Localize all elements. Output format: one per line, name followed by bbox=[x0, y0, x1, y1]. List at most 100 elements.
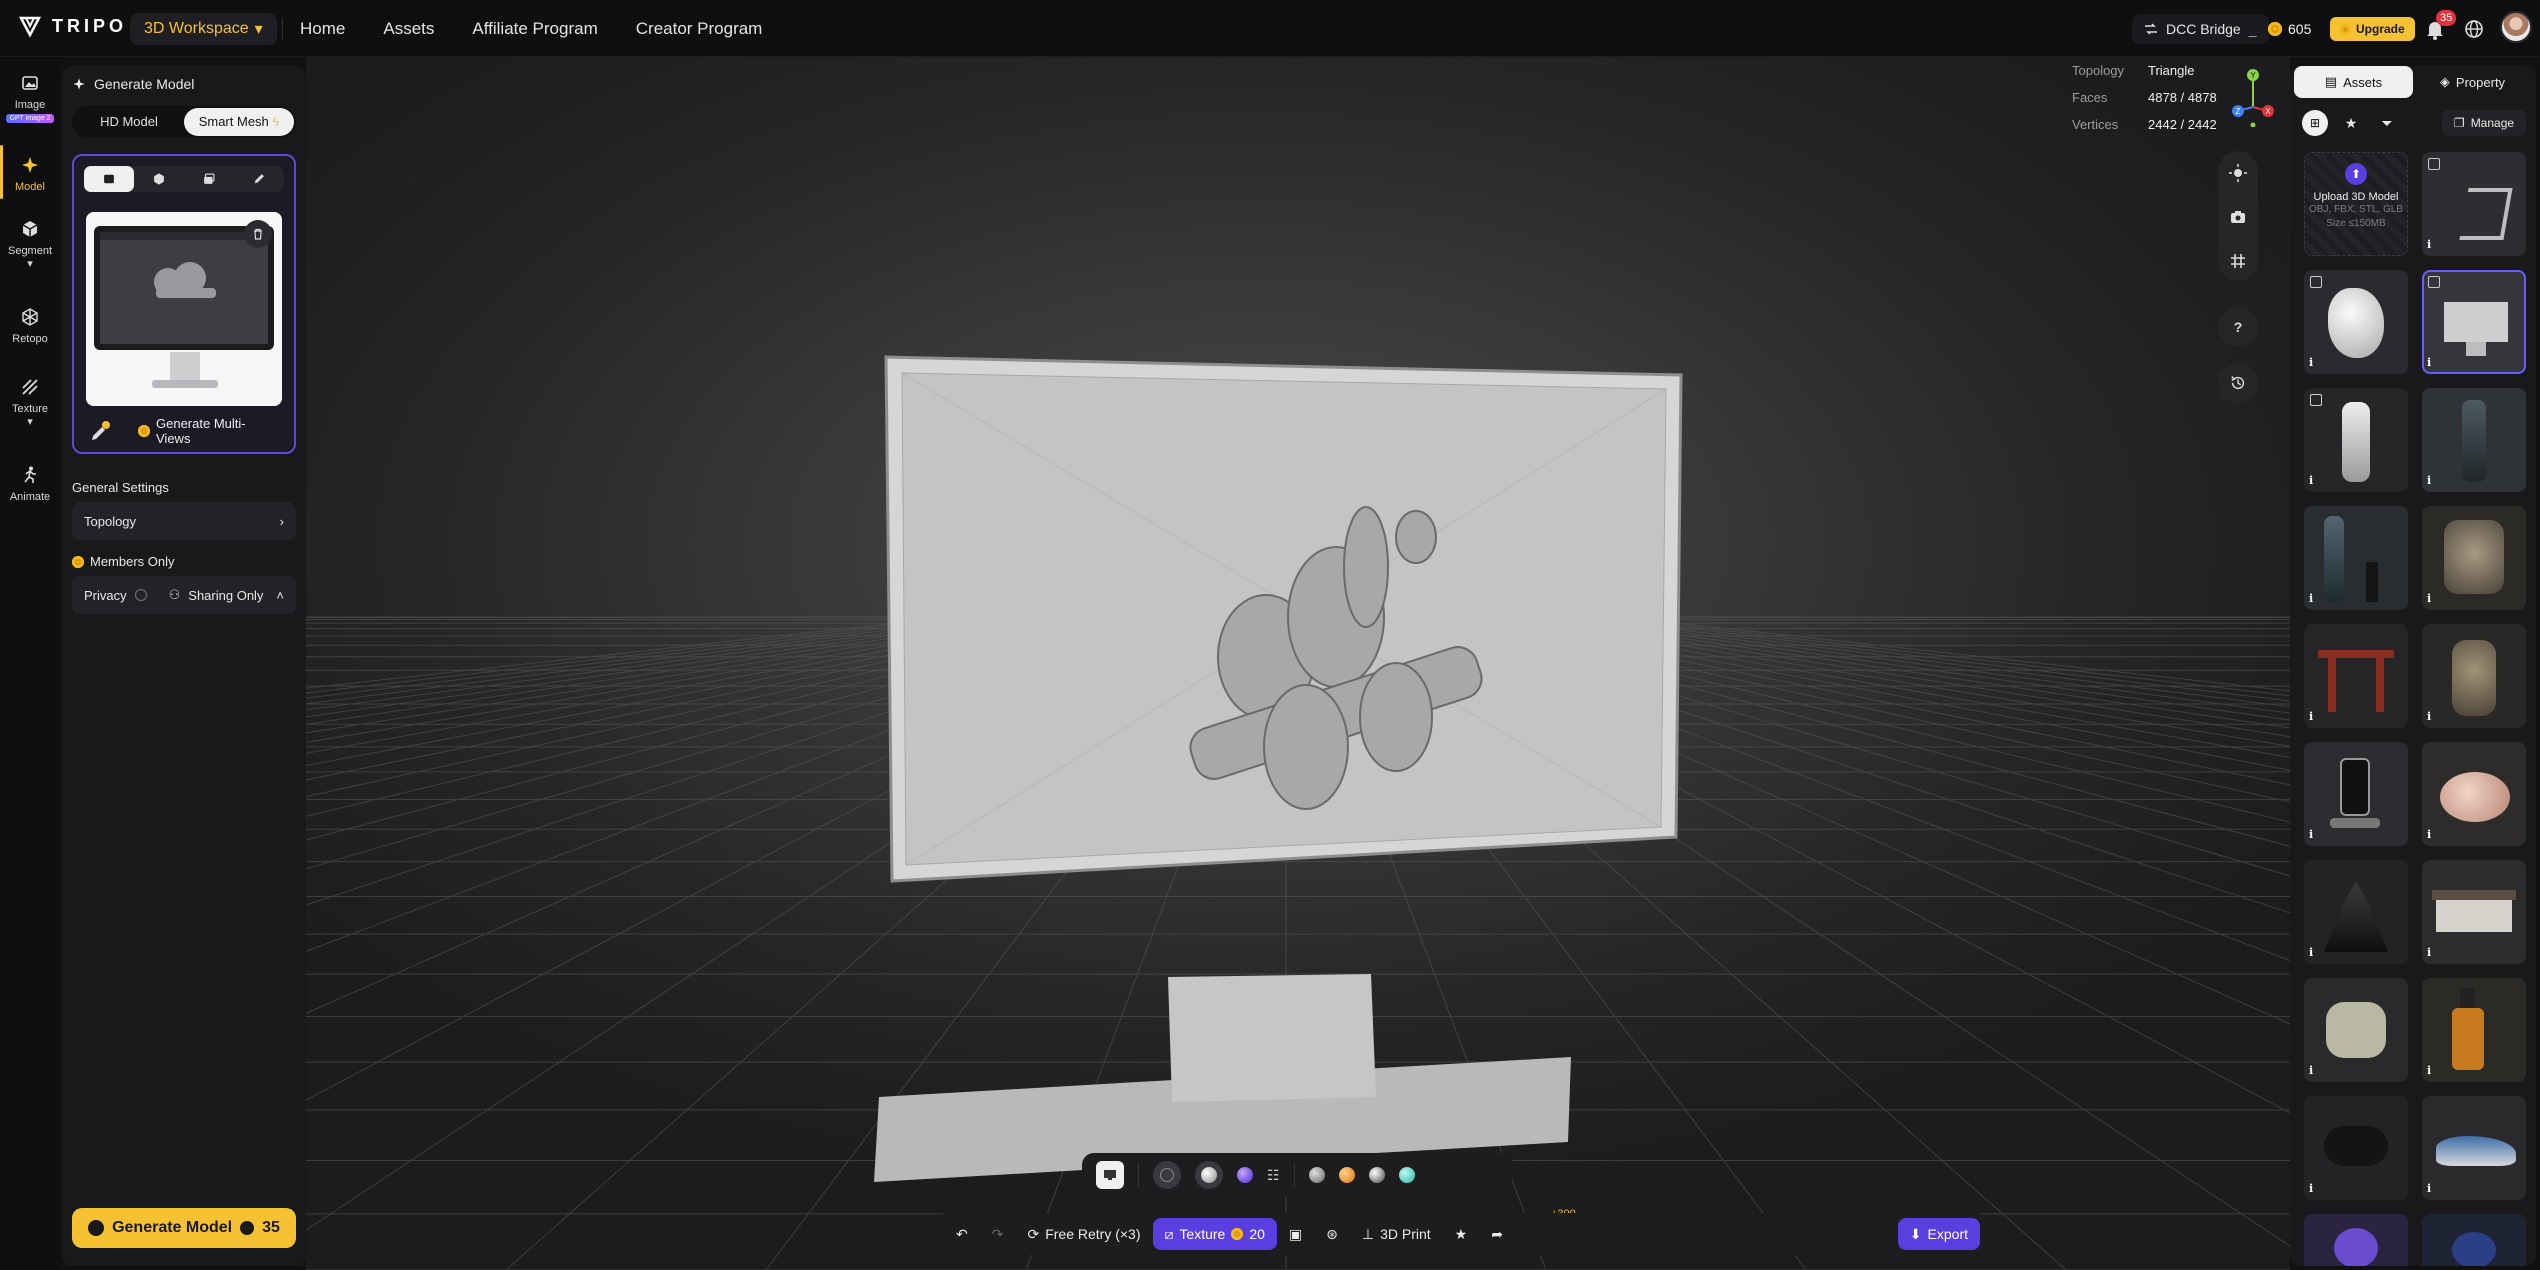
history-button[interactable] bbox=[2218, 363, 2258, 403]
manage-button[interactable]: ❐ Manage bbox=[2442, 110, 2526, 136]
asset-thumb-monitor[interactable]: i bbox=[2422, 270, 2526, 374]
logo[interactable]: TRIPO bbox=[18, 14, 127, 38]
asset-thumb-creature[interactable]: i bbox=[2422, 742, 2526, 846]
privacy-row[interactable]: Privacy ⚇ Sharing Only ˄ bbox=[72, 576, 296, 614]
snapshot-button[interactable] bbox=[1096, 1161, 1124, 1189]
orange-matcap-icon[interactable] bbox=[1338, 1167, 1355, 1183]
tab-property[interactable]: ◈ Property bbox=[2413, 66, 2532, 98]
upload-3d-model-tile[interactable]: ⬆ Upload 3D Model OBJ, FBX, STL, GLB Siz… bbox=[2304, 152, 2408, 256]
info-icon: i bbox=[2427, 710, 2432, 723]
export-label: Export bbox=[1927, 1226, 1968, 1242]
members-only-row: Members Only bbox=[72, 554, 175, 569]
asset-thumb-phone-dock[interactable]: i bbox=[2304, 742, 2408, 846]
clay-mode-button[interactable] bbox=[1195, 1161, 1223, 1189]
grey-matcap-icon[interactable] bbox=[1308, 1167, 1325, 1183]
image-input-card: Generate Multi-Views bbox=[72, 154, 296, 454]
tab-multi-view[interactable] bbox=[134, 166, 184, 192]
asset-thumb-sneaker[interactable]: i bbox=[2422, 1096, 2526, 1200]
camera-icon[interactable] bbox=[2228, 207, 2248, 227]
upgrade-button[interactable]: Upgrade bbox=[2330, 17, 2415, 41]
divider bbox=[282, 18, 283, 40]
filter-all-button[interactable]: ⊞ bbox=[2302, 110, 2328, 136]
tab-batch-images[interactable] bbox=[184, 166, 234, 192]
brush-icon bbox=[22, 379, 38, 395]
generate-model-button[interactable]: Generate Model 35 bbox=[72, 1208, 296, 1248]
asset-thumb-house[interactable]: i bbox=[2422, 860, 2526, 964]
rail-segment[interactable]: Segment ▾ bbox=[0, 219, 60, 270]
workspace-dropdown[interactable]: 3D Workspace ▾ bbox=[130, 13, 277, 45]
wireframe-mode-button[interactable] bbox=[1153, 1161, 1181, 1189]
mode-hd-model[interactable]: HD Model bbox=[74, 108, 184, 136]
asset-thumb-knight[interactable]: i bbox=[2304, 388, 2408, 492]
asset-thumb-castle[interactable]: i bbox=[2304, 860, 2408, 964]
asset-thumb-warrior[interactable]: i bbox=[2304, 506, 2408, 610]
asset-thumb-figure[interactable]: i bbox=[2422, 388, 2526, 492]
coin-icon bbox=[2268, 22, 2282, 36]
tab-single-image[interactable] bbox=[84, 166, 134, 192]
favorite-button[interactable]: ★ bbox=[1443, 1218, 1480, 1250]
globe-icon[interactable] bbox=[2464, 19, 2484, 39]
3d-viewport[interactable]: Topology Triangle Faces 4878 / 4878 Vertic… bbox=[306, 57, 2290, 1270]
question-icon: ? bbox=[2233, 319, 2243, 335]
asset-thumb-purple[interactable] bbox=[2304, 1214, 2408, 1266]
filter-button[interactable]: ⏷ bbox=[2374, 110, 2400, 136]
download-icon: ⬇ bbox=[1909, 1225, 1922, 1242]
undo-button[interactable]: ↶ bbox=[944, 1218, 980, 1250]
credits[interactable]: 605 bbox=[2268, 14, 2311, 44]
asset-thumb-bottle[interactable]: i bbox=[2422, 978, 2526, 1082]
light-icon[interactable] bbox=[2228, 163, 2248, 183]
layers-button[interactable]: ⊛ bbox=[1314, 1218, 1350, 1250]
rail-animate[interactable]: Animate bbox=[0, 465, 60, 503]
asset-thumb-blue[interactable] bbox=[2422, 1214, 2526, 1266]
uploaded-image-preview[interactable] bbox=[86, 212, 282, 406]
cyan-matcap-icon[interactable] bbox=[1398, 1167, 1415, 1183]
nav-home[interactable]: Home bbox=[300, 19, 345, 39]
share-button[interactable]: ➦ bbox=[1479, 1218, 1515, 1250]
running-figure-icon bbox=[24, 466, 36, 483]
tab-assets[interactable]: ▤ Assets bbox=[2294, 66, 2413, 98]
axis-gizmo[interactable]: Y Z X bbox=[2230, 67, 2276, 127]
3d-print-button[interactable]: ⊥ 3D Print bbox=[1350, 1218, 1443, 1250]
dcc-bridge-button[interactable]: DCC Bridge _ bbox=[2132, 14, 2269, 44]
avatar[interactable] bbox=[2500, 11, 2532, 43]
nav-creator[interactable]: Creator Program bbox=[636, 19, 763, 39]
asset-thumb-armchair[interactable]: i bbox=[2304, 978, 2408, 1082]
silver-matcap-icon[interactable] bbox=[1368, 1167, 1385, 1183]
nav-assets[interactable]: Assets bbox=[383, 19, 434, 39]
rail-model[interactable]: Model bbox=[0, 145, 60, 199]
rail-texture[interactable]: Texture ▾ bbox=[0, 377, 60, 428]
asset-thumb-statue[interactable]: i bbox=[2422, 624, 2526, 728]
nav-affiliate[interactable]: Affiliate Program bbox=[472, 19, 597, 39]
help-button[interactable]: ? bbox=[2218, 307, 2258, 347]
rail-retopo[interactable]: Retopo bbox=[0, 307, 60, 345]
asset-thumb-robot-head[interactable]: i bbox=[2422, 506, 2526, 610]
axis-z-label: Z bbox=[2236, 107, 2241, 116]
trash-icon bbox=[254, 228, 262, 240]
delete-image-button[interactable] bbox=[244, 220, 272, 248]
topology-row[interactable]: Topology › bbox=[72, 502, 296, 540]
grid-toggle-icon[interactable] bbox=[2228, 251, 2248, 271]
generate-multiviews-button[interactable]: Generate Multi-Views bbox=[128, 416, 280, 446]
asset-thumb-torii[interactable]: i bbox=[2304, 624, 2408, 728]
asset-thumb-stand[interactable]: i bbox=[2422, 152, 2526, 256]
info-icon: i bbox=[2309, 1064, 2314, 1077]
credits-value: 605 bbox=[2288, 21, 2312, 37]
redo-button[interactable]: ↷ bbox=[980, 1218, 1016, 1250]
export-button[interactable]: ⬇ Export bbox=[1897, 1218, 1980, 1250]
rail-image[interactable]: Image GPT image 2 bbox=[0, 73, 60, 123]
asset-thumb-hand[interactable]: i bbox=[2304, 270, 2408, 374]
texture-button[interactable]: ⧄ Texture 20 bbox=[1152, 1218, 1277, 1250]
tab-text-prompt[interactable] bbox=[234, 166, 284, 192]
free-retry-button[interactable]: ⟳ Free Retry (×3) bbox=[1015, 1218, 1152, 1250]
filter-favorites-button[interactable]: ★ bbox=[2338, 110, 2364, 136]
mode-smart-mesh[interactable]: Smart Mesh ϟ bbox=[184, 108, 294, 136]
stat-key: Vertices bbox=[2072, 117, 2119, 132]
adjust-icon[interactable]: ☷ bbox=[1267, 1167, 1280, 1184]
asset-thumb-earbuds[interactable]: i bbox=[2304, 1096, 2408, 1200]
normal-sphere-icon[interactable] bbox=[1237, 1167, 1253, 1183]
dcc-label: DCC Bridge bbox=[2166, 21, 2241, 37]
separator bbox=[1138, 1163, 1139, 1187]
gift-button[interactable]: ▣ bbox=[1277, 1218, 1314, 1250]
coin-icon bbox=[88, 1220, 105, 1236]
edit-image-icon[interactable] bbox=[88, 420, 112, 444]
